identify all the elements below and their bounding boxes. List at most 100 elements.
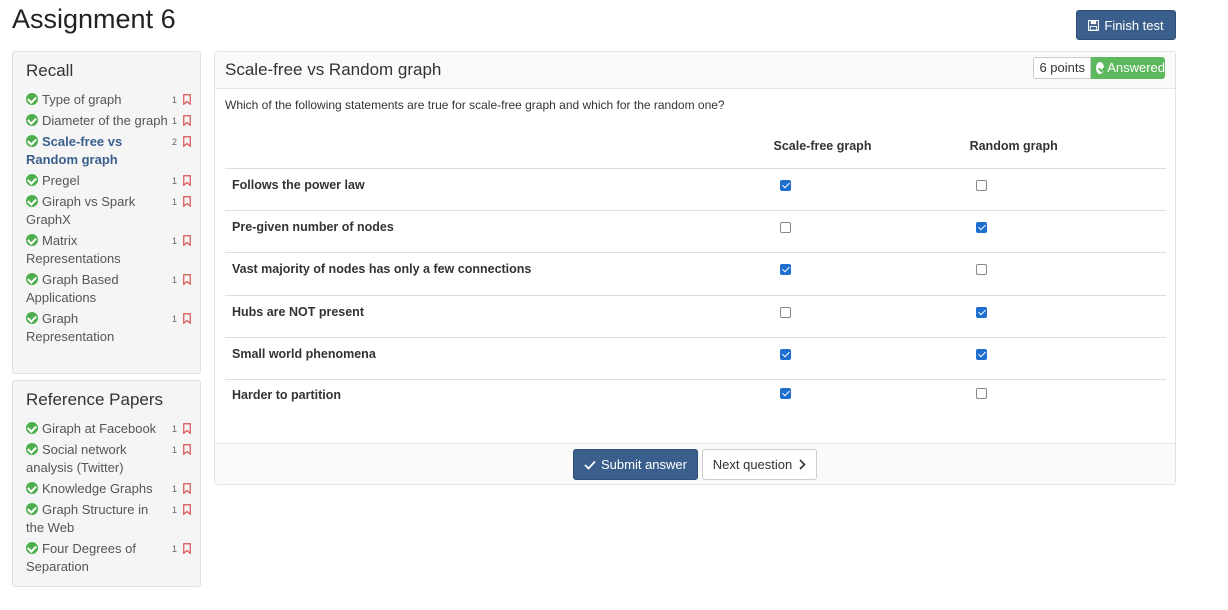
nav-item[interactable]: Social network analysis (Twitter) 1 xyxy=(26,441,191,477)
nav-item-text: Graph Based Applications xyxy=(26,271,169,307)
bookmark-icon[interactable] xyxy=(183,274,191,285)
nav-item-points: 1 xyxy=(171,484,177,494)
check-circle-icon xyxy=(26,234,38,246)
bookmark-icon[interactable] xyxy=(183,543,191,554)
next-question-button[interactable]: Next question xyxy=(702,449,817,480)
scale-free-checkbox[interactable] xyxy=(779,349,791,361)
random-checkbox[interactable] xyxy=(975,179,987,191)
random-checkbox[interactable] xyxy=(975,221,987,233)
nav-item-text: Type of graph xyxy=(26,91,169,109)
nav-item-text: Pregel xyxy=(26,172,169,190)
bookmark-icon[interactable] xyxy=(183,444,191,455)
nav-item[interactable]: Scale-free vs Random graph 2 xyxy=(26,133,191,169)
nav-item-text: Giraph at Facebook xyxy=(26,420,169,438)
nav-item-text: Matrix Representations xyxy=(26,232,169,268)
finish-test-button[interactable]: Finish test xyxy=(1076,10,1176,40)
nav-item[interactable]: Pregel 1 xyxy=(26,172,191,190)
matrix-row: Vast majority of nodes has only a few co… xyxy=(225,252,1166,296)
matrix-row: Follows the power law xyxy=(225,167,1166,211)
check-icon xyxy=(584,460,596,470)
bookmark-icon[interactable] xyxy=(183,175,191,186)
nav-item-points: 1 xyxy=(171,314,177,324)
nav-item-points: 1 xyxy=(171,544,177,554)
row-statement: Follows the power law xyxy=(225,167,774,211)
nav-item[interactable]: Type of graph 1 xyxy=(26,91,191,109)
nav-item[interactable]: Giraph at Facebook 1 xyxy=(26,420,191,438)
row-statement: Pre-given number of nodes xyxy=(225,209,774,253)
page-title: Assignment 6 xyxy=(12,4,176,34)
check-circle-icon xyxy=(26,482,38,494)
row-statement: Harder to partition xyxy=(225,379,774,423)
nav-item-points: 1 xyxy=(171,236,177,246)
check-circle-icon xyxy=(26,273,38,285)
checkbox-cell xyxy=(969,209,1166,253)
submit-answer-label: Submit answer xyxy=(601,457,687,472)
scale-free-checkbox[interactable] xyxy=(779,388,791,400)
question-nav-list: Giraph at Facebook 1 Social network analys… xyxy=(26,420,191,576)
scale-free-checkbox[interactable] xyxy=(779,306,791,318)
bookmark-icon[interactable] xyxy=(183,483,191,494)
checkbox-cell xyxy=(773,167,970,211)
scale-free-checkbox[interactable] xyxy=(779,179,791,191)
row-statement: Hubs are NOT present xyxy=(225,294,774,338)
nav-item-text: Scale-free vs Random graph xyxy=(26,133,169,169)
nav-item-label: Four Degrees of Separation xyxy=(26,541,136,574)
nav-item[interactable]: Four Degrees of Separation 1 xyxy=(26,540,191,576)
check-circle-icon xyxy=(26,503,38,515)
nav-item[interactable]: Diameter of the graph 1 xyxy=(26,112,191,130)
column-header-scale-free: Scale-free graph xyxy=(773,139,872,153)
nav-item[interactable]: Graph Representation 1 xyxy=(26,310,191,346)
nav-item-points: 2 xyxy=(171,137,177,147)
random-checkbox[interactable] xyxy=(975,388,987,400)
bookmark-icon[interactable] xyxy=(183,235,191,246)
nav-item[interactable]: Knowledge Graphs 1 xyxy=(26,480,191,498)
bookmark-icon[interactable] xyxy=(183,196,191,207)
question-title: Scale-free vs Random graph xyxy=(225,60,442,79)
scale-free-checkbox[interactable] xyxy=(779,221,791,233)
nav-item-label: Graph Based Applications xyxy=(26,272,119,305)
question-panel: Scale-free vs Random graph 6 points Answ… xyxy=(214,51,1176,485)
nav-item-label: Matrix Representations xyxy=(26,233,121,266)
nav-item-points: 1 xyxy=(171,95,177,105)
checkbox-cell xyxy=(773,337,970,380)
nav-item[interactable]: Graph Based Applications 1 xyxy=(26,271,191,307)
nav-item-text: Graph Structure in the Web xyxy=(26,501,169,537)
checkbox-cell xyxy=(969,379,1166,423)
bookmark-icon[interactable] xyxy=(183,504,191,515)
bookmark-icon[interactable] xyxy=(183,136,191,147)
check-circle-icon xyxy=(26,542,38,554)
nav-item-label: Giraph at Facebook xyxy=(42,421,157,436)
sidebar-section-reference-papers: Reference Papers Giraph at Facebook 1 Soci… xyxy=(12,380,201,587)
nav-item-points: 1 xyxy=(171,505,177,515)
question-body: Which of the following statements are tr… xyxy=(215,89,1175,443)
matrix-header-row: Scale-free graph Random graph xyxy=(225,126,1166,168)
status-badge-label: Answered xyxy=(1107,60,1165,75)
nav-item-points: 1 xyxy=(171,176,177,186)
nav-item[interactable]: Graph Structure in the Web 1 xyxy=(26,501,191,537)
chevron-right-icon xyxy=(799,459,806,470)
question-nav-list: Type of graph 1 Diameter of the graph 1 Scal… xyxy=(26,91,191,346)
random-checkbox[interactable] xyxy=(975,306,987,318)
bookmark-icon[interactable] xyxy=(183,115,191,126)
check-circle-icon xyxy=(26,422,38,434)
row-statement: Small world phenomena xyxy=(225,337,774,380)
sidebar-heading: Reference Papers xyxy=(26,390,164,409)
bookmark-icon[interactable] xyxy=(183,423,191,434)
check-circle-icon xyxy=(26,312,38,324)
random-checkbox[interactable] xyxy=(975,349,987,361)
nav-item[interactable]: Giraph vs Spark GraphX 1 xyxy=(26,193,191,229)
random-checkbox[interactable] xyxy=(975,264,987,276)
nav-item-points: 1 xyxy=(171,197,177,207)
bookmark-icon[interactable] xyxy=(183,94,191,105)
scale-free-checkbox[interactable] xyxy=(779,264,791,276)
nav-item[interactable]: Matrix Representations 1 xyxy=(26,232,191,268)
check-circle-icon xyxy=(26,195,38,207)
bookmark-icon[interactable] xyxy=(183,313,191,324)
nav-item-points: 1 xyxy=(171,275,177,285)
nav-item-label: Diameter of the graph xyxy=(42,113,168,128)
checkbox-cell xyxy=(969,167,1166,211)
question-footer: Submit answer Next question xyxy=(215,443,1175,484)
check-circle-icon xyxy=(26,93,38,105)
nav-item-label: Scale-free vs Random graph xyxy=(26,134,123,167)
submit-answer-button[interactable]: Submit answer xyxy=(573,449,698,480)
